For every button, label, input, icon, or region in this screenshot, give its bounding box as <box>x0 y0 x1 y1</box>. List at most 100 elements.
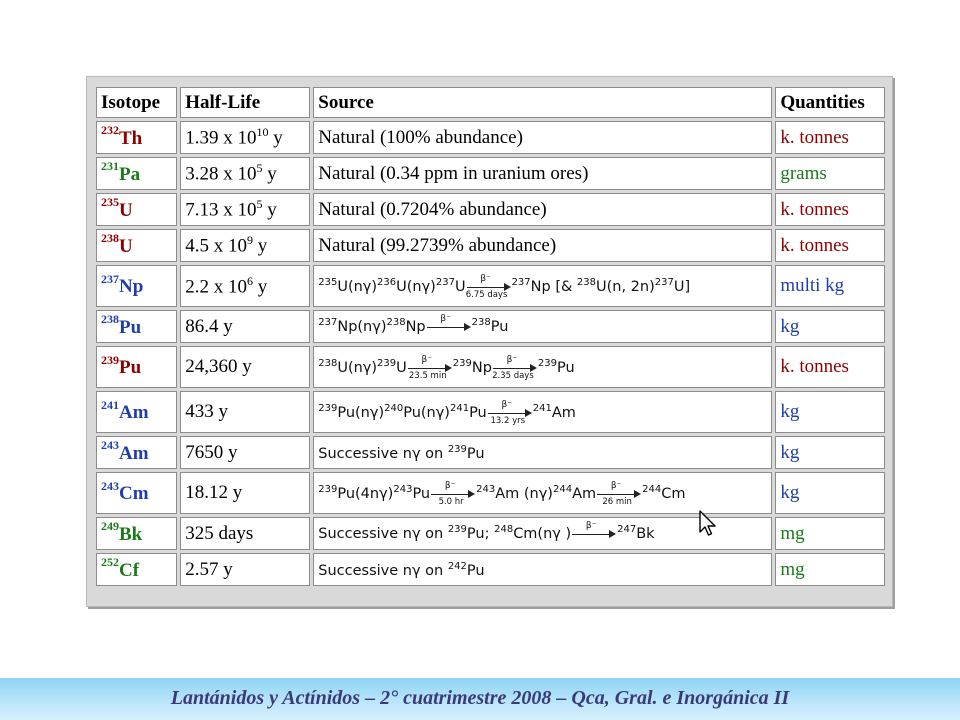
arrow-label-bottom: 13.2 yrs <box>490 415 526 426</box>
isotope-symbol: 241Am <box>101 398 149 423</box>
quantity-cell: k. tonnes <box>775 229 885 262</box>
arrow-label-top: β⁻ <box>506 354 518 365</box>
element-symbol: Cf <box>119 559 140 581</box>
source-cell: Natural (0.34 ppm in uranium ores) <box>313 157 773 190</box>
isotope-symbol: 252Cf <box>101 555 140 581</box>
half-life-base: 3.28 x 10 <box>185 163 257 185</box>
source-text: Natural (100% abundance) <box>318 126 523 148</box>
isotope-cell: 235U <box>96 193 178 226</box>
header-quantities: Quantities <box>775 87 885 118</box>
mass-number: 235 <box>101 195 119 210</box>
half-life-cell: 1.39 x 1010 y <box>180 121 311 154</box>
mass-number: 237 <box>654 276 674 288</box>
equation-text: Np(nγ) <box>337 319 387 335</box>
half-life-base: 4.5 x 10 <box>185 235 247 257</box>
quantity-value: kg <box>780 482 800 503</box>
half-life-value: 86.4 y <box>185 315 233 337</box>
half-life-value: 325 days <box>185 522 254 544</box>
isotope-cell: 239Pu <box>96 346 178 388</box>
equation-text: Pu(nγ) <box>403 404 450 421</box>
reaction-arrow: β⁻ 26 min <box>597 481 642 507</box>
quantity-cell: k. tonnes <box>775 121 885 154</box>
isotope-cell: 252Cf <box>96 553 178 586</box>
half-life-base: 7.13 x 10 <box>185 199 257 221</box>
mass-number: 237 <box>435 276 455 288</box>
mass-number: 241 <box>449 402 470 414</box>
equation-text: U(nγ) <box>337 278 378 295</box>
quantity-value: k. tonnes <box>780 234 849 256</box>
half-life-unit: y <box>268 127 283 149</box>
source-cell: Natural (99.2739% abundance) <box>313 229 773 262</box>
source-cell: Successive nγ on 242Pu <box>313 553 773 586</box>
mass-number: 239 <box>101 352 119 367</box>
half-life-unit: y <box>253 235 268 257</box>
half-life-cell: 2.57 y <box>180 553 311 586</box>
isotope-symbol: 238U <box>101 231 133 256</box>
mouse-pointer-icon <box>699 510 716 536</box>
isotope-symbol: 243Cm <box>101 479 149 505</box>
equation-text: Cm <box>661 485 686 502</box>
isotope-symbol: 238Pu <box>101 312 141 337</box>
arrow-label-top: β⁻ <box>501 399 513 410</box>
equation-text: Pu; <box>466 526 495 542</box>
mass-number: 237 <box>318 317 338 329</box>
footer-text: Lantánidos y Actínidos – 2° cuatrimestre… <box>170 687 790 709</box>
arrow-label-top: β⁻ <box>585 521 597 531</box>
mass-number: 239 <box>447 443 467 455</box>
mass-number: 236 <box>377 276 397 288</box>
reaction-arrow: β⁻ 6.75 days <box>466 274 511 300</box>
source-cell: Natural (100% abundance) <box>313 121 773 154</box>
isotope-cell: 237Np <box>96 265 178 307</box>
quantity-value: k. tonnes <box>780 126 849 148</box>
quantity-cell: grams <box>775 157 885 190</box>
half-life-value: 18.12 y <box>185 482 243 503</box>
half-life-cell: 7.13 x 105 y <box>180 193 311 226</box>
equation-text: U(nγ) <box>396 278 436 295</box>
isotope-symbol: 231Pa <box>101 159 140 184</box>
equation-text: Np [& <box>530 278 577 295</box>
arrow-label-top: β⁻ <box>440 314 451 324</box>
half-life-cell: 2.2 x 106 y <box>180 265 311 307</box>
equation-text: Np <box>405 319 426 335</box>
reaction-arrow: β⁻ 2.35 days <box>492 354 537 381</box>
equation-text: Pu <box>557 359 575 376</box>
quantity-value: kg <box>780 315 800 337</box>
isotope-cell: 243Cm <box>96 472 178 514</box>
arrow-label-bottom: 26 min <box>602 496 632 507</box>
isotope-cell: 238U <box>96 229 178 262</box>
element-symbol: Bk <box>119 523 143 545</box>
element-symbol: Cm <box>119 483 149 505</box>
half-life-unit: y <box>262 163 277 185</box>
arrow-label-top: β⁻ <box>421 354 433 365</box>
half-life-cell: 24,360 y <box>180 346 311 388</box>
half-life-cell: 4.5 x 109 y <box>180 229 311 262</box>
nuclear-reaction-equation: 237Np(nγ)238Np β⁻ 238Pu <box>318 314 509 335</box>
reaction-arrow: β⁻ 5.0 hr <box>431 481 476 507</box>
equation-text: Pu <box>490 319 509 335</box>
arrow-label-bottom: 2.35 days <box>492 370 534 381</box>
half-life-value: 2.57 y <box>185 558 233 580</box>
header-isotope: Isotope <box>96 87 178 118</box>
isotope-cell: 243Am <box>96 436 178 469</box>
table-row: 235U 7.13 x 105 y Natural (0.7204% abundan… <box>96 193 885 226</box>
quantity-cell: mg <box>775 517 885 550</box>
equation-text: Am (nγ) <box>495 485 553 502</box>
mass-number: 232 <box>101 123 119 138</box>
isotope-symbol: 235U <box>101 195 133 220</box>
source-text: Natural (0.7204% abundance) <box>318 198 547 220</box>
mass-number: 240 <box>384 402 404 414</box>
equation-text: Pu(nγ) <box>337 404 385 421</box>
half-life-cell: 3.28 x 105 y <box>180 157 311 190</box>
mass-number: 238 <box>101 231 119 246</box>
mass-number: 247 <box>617 524 637 536</box>
reaction-arrow: β⁻ <box>572 521 617 545</box>
element-symbol: Pu <box>119 357 142 379</box>
quantity-value: mg <box>780 522 805 544</box>
equation-text: Cm(nγ ) <box>513 526 572 542</box>
quantity-value: kg <box>780 441 800 463</box>
header-source: Source <box>313 87 773 118</box>
equation-text: Am <box>551 404 576 421</box>
equation-text: Successive nγ on <box>318 562 448 579</box>
isotope-cell: 231Pa <box>96 157 178 190</box>
mass-number: 238 <box>318 357 338 369</box>
